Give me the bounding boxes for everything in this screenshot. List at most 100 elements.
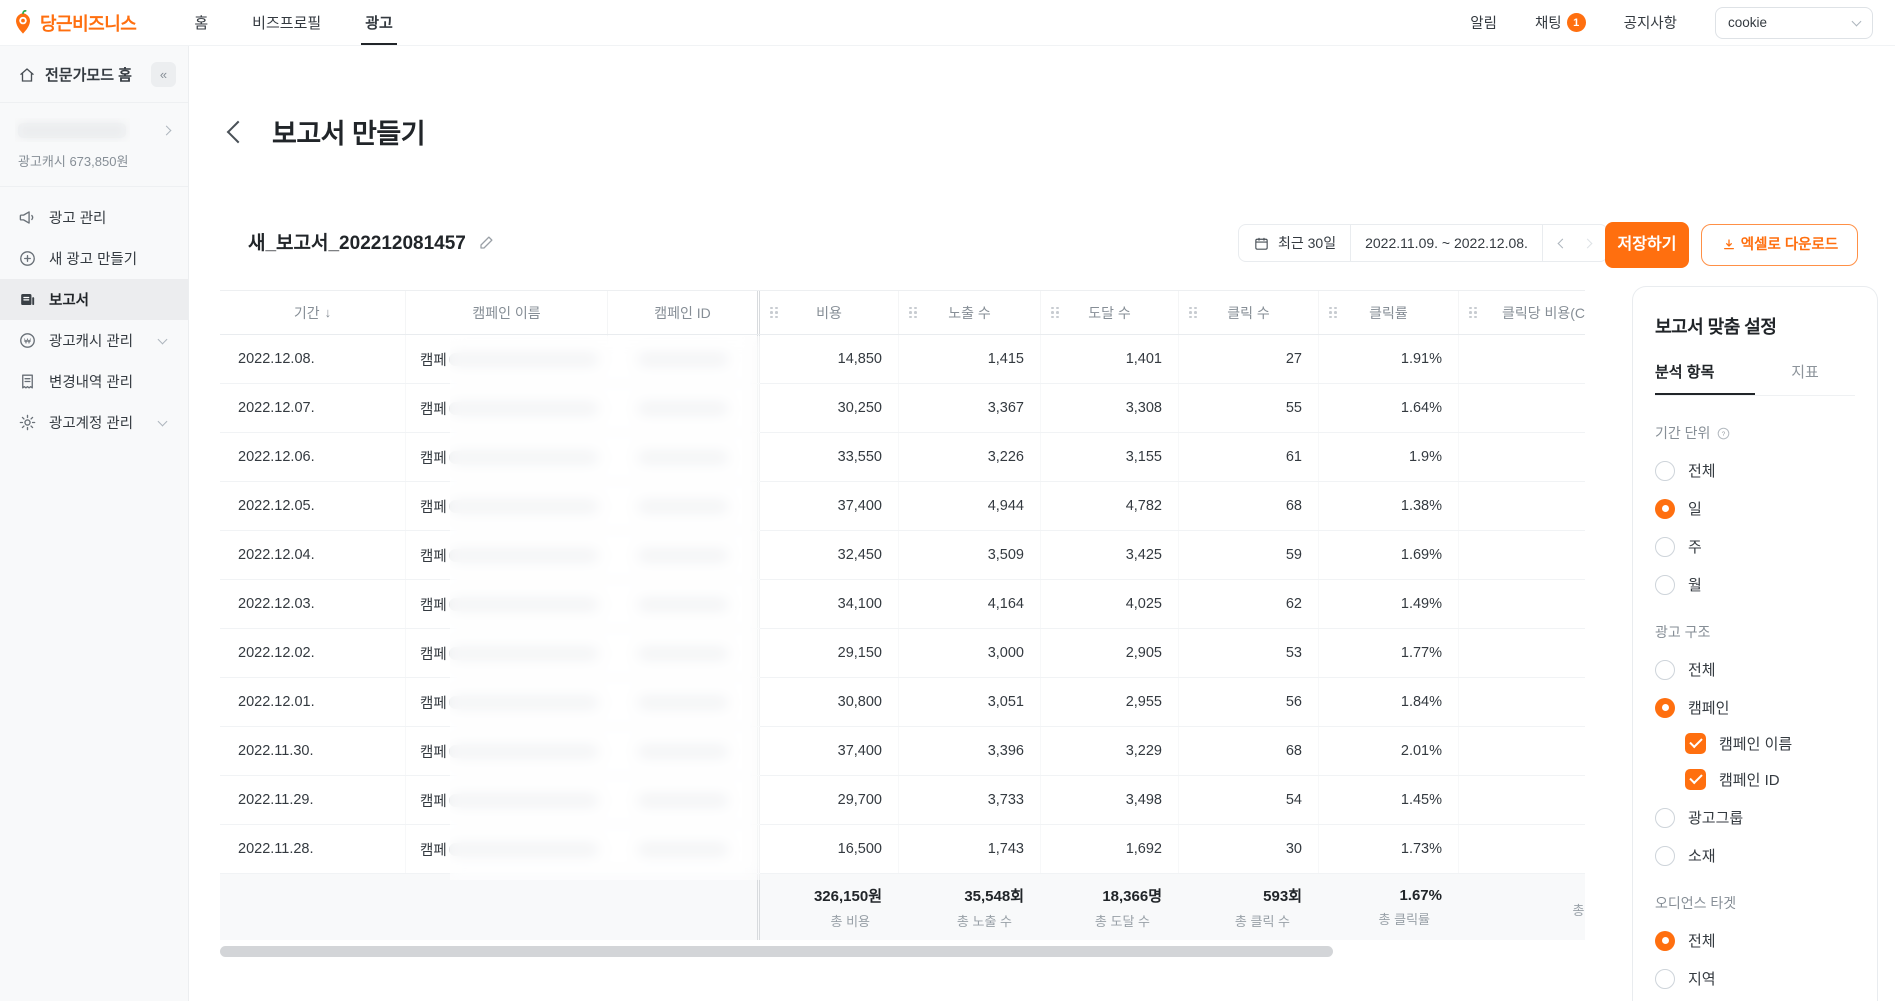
radio-period-week[interactable]: 주 (1655, 536, 1855, 557)
tab-biz-profile[interactable]: 비즈프로필 (252, 0, 321, 45)
radio-checked-icon (1655, 930, 1675, 951)
cell-cost: 29,150 (757, 629, 898, 677)
prev-period-button[interactable] (1557, 238, 1568, 248)
radio-audience-all[interactable]: 전체 (1655, 930, 1855, 951)
total-label: 총 노출 수 (956, 913, 1012, 929)
radio-structure-all[interactable]: 전체 (1655, 659, 1855, 680)
campaign-name-fragment: 캠페 (420, 450, 447, 467)
column-label: 클릭당 비용(C (1501, 304, 1585, 321)
total-label: 총 클 (1572, 903, 1585, 918)
drag-handle-icon[interactable] (770, 306, 778, 319)
campaign-id-blurred (636, 548, 729, 562)
sidebar-item-ad-manage-label: 광고 관리 (49, 211, 107, 227)
cell-reach: 3,229 (1040, 727, 1178, 775)
cell-reach: 1,692 (1040, 825, 1178, 873)
campaign-id-blurred (636, 499, 729, 513)
column-header-campaign-name[interactable]: 캠페인 이름 (405, 291, 607, 334)
sidebar-item-report[interactable]: 보고서 (0, 279, 188, 320)
checkbox-campaign-name[interactable]: 캠페인 이름 (1685, 733, 1855, 754)
date-preset-label: 최근 30일 (1278, 235, 1337, 251)
cell-clicks: 55 (1178, 384, 1318, 432)
column-header-cpc[interactable]: 클릭당 비용(C (1458, 291, 1585, 334)
chat-link[interactable]: 채팅 1 (1535, 12, 1586, 33)
sidebar-item-change-history[interactable]: 변경내역 관리 (0, 361, 188, 402)
column-header-cost[interactable]: 비용 (757, 291, 898, 334)
sort-desc-icon[interactable]: ↓ (325, 305, 332, 320)
help-icon[interactable]: ? (1716, 426, 1731, 441)
radio-structure-campaign[interactable]: 캠페인 (1655, 697, 1855, 718)
cell-impressions: 3,367 (898, 384, 1040, 432)
radio-structure-adgroup[interactable]: 광고그룹 (1655, 807, 1855, 828)
radio-period-day[interactable]: 일 (1655, 498, 1855, 519)
sidebar-account[interactable]: 광고캐시 673,850원 (0, 103, 188, 187)
sidebar-item-ad-account[interactable]: 광고계정 관리 (0, 402, 188, 443)
column-header-ctr[interactable]: 클릭률 (1318, 291, 1458, 334)
drag-handle-icon[interactable] (1469, 306, 1477, 319)
date-preset-button[interactable]: 최근 30일 (1239, 225, 1350, 261)
radio-period-all-label: 전체 (1688, 463, 1716, 480)
account-dropdown[interactable]: cookie (1715, 6, 1873, 39)
save-button[interactable]: 저장하기 (1605, 222, 1689, 268)
sidebar-item-change-history-label: 변경내역 관리 (49, 375, 134, 391)
edit-pencil-icon[interactable] (478, 233, 496, 251)
sidebar-collapse-button[interactable]: « (151, 62, 176, 87)
checkbox-campaign-id-label: 캠페인 ID (1719, 772, 1780, 789)
drag-handle-icon[interactable] (1329, 306, 1337, 319)
cell-campaign-name: 캠페 (405, 482, 607, 530)
cell-cpc (1458, 335, 1585, 383)
tab-home[interactable]: 홈 (194, 0, 208, 45)
sidebar-item-ad-cash[interactable]: ₩ 광고캐시 관리 (0, 320, 188, 361)
sidebar-item-new-ad[interactable]: 새 광고 만들기 (0, 238, 188, 279)
cell-date: 2022.12.03. (238, 596, 315, 612)
campaign-id-blurred (636, 695, 729, 709)
cell-reach: 1,401 (1040, 335, 1178, 383)
column-header-impressions[interactable]: 노출 수 (898, 291, 1040, 334)
next-period-button[interactable] (1582, 238, 1593, 248)
cell-cost: 37,400 (757, 482, 898, 530)
campaign-name-blurred (448, 352, 599, 366)
drag-handle-icon[interactable] (1189, 306, 1197, 319)
tab-ads[interactable]: 광고 (361, 0, 397, 45)
cell-campaign-name: 캠페 (405, 776, 607, 824)
column-header-reach[interactable]: 도달 수 (1040, 291, 1178, 334)
cell-campaign-name: 캠페 (405, 433, 607, 481)
sidebar-home[interactable]: 전문가모드 홈 « (0, 46, 188, 103)
radio-period-all[interactable]: 전체 (1655, 460, 1855, 481)
radio-unchecked-icon (1655, 968, 1675, 989)
cell-cpc (1458, 727, 1585, 775)
radio-period-month[interactable]: 월 (1655, 574, 1855, 595)
campaign-name-fragment: 캠페 (420, 744, 447, 761)
cell-cost: 16,500 (757, 825, 898, 873)
column-header-period[interactable]: 기간 ↓ (220, 291, 405, 334)
excel-download-button[interactable]: 엑셀로 다운로드 (1701, 224, 1858, 266)
checkbox-campaign-id[interactable]: 캠페인 ID (1685, 769, 1855, 790)
back-button[interactable] (226, 120, 250, 143)
cell-clicks: 54 (1178, 776, 1318, 824)
notifications-link[interactable]: 알림 (1470, 12, 1497, 33)
drag-handle-icon[interactable] (1051, 306, 1059, 319)
drag-handle-icon[interactable] (909, 306, 917, 319)
cell-campaign-id (607, 629, 757, 677)
radio-structure-creative[interactable]: 소재 (1655, 845, 1855, 866)
cell-ctr: 2.01% (1318, 727, 1458, 775)
column-header-clicks[interactable]: 클릭 수 (1178, 291, 1318, 334)
cell-campaign-name: 캠페 (405, 384, 607, 432)
radio-audience-region[interactable]: 지역 (1655, 968, 1855, 989)
cell-ctr: 1.9% (1318, 433, 1458, 481)
sidebar-menu: 광고 관리새 광고 만들기 보고서 ₩ 광고캐시 관리변경내역 관리광고계정 관리 (0, 187, 188, 443)
sidebar-item-ad-manage[interactable]: 광고 관리 (0, 197, 188, 238)
date-range-button[interactable]: 2022.11.09. ~ 2022.12.08. (1351, 225, 1542, 261)
tab-metrics[interactable]: 지표 (1755, 361, 1855, 395)
radio-audience-region-label: 지역 (1688, 971, 1716, 988)
report-name: 새_보고서_202212081457 (248, 233, 466, 254)
scrollbar-thumb[interactable] (220, 946, 1333, 957)
notice-link[interactable]: 공지사항 (1624, 12, 1677, 33)
cell-campaign-name: 캠페 (405, 678, 607, 726)
campaign-id-blurred (636, 793, 729, 807)
panel-sections: 기간 단위? 전체 일 주 월 광고 구조 전체 캠페인 캠페인 이름 캠페인 ID 광고그룹 소재 오… (1655, 423, 1855, 989)
cell-impressions: 3,226 (898, 433, 1040, 481)
panel-tabs: 분석 항목 지표 (1655, 361, 1855, 396)
brand-logo[interactable]: 당근비즈니스 (10, 9, 137, 36)
column-header-campaign-id[interactable]: 캠페인 ID (607, 291, 757, 334)
tab-analysis-items[interactable]: 분석 항목 (1655, 361, 1755, 395)
